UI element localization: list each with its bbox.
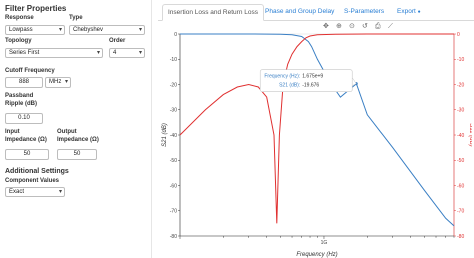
input-impedance-input[interactable]: 50 [5,149,49,160]
ripple-label-line2: Ripple (dB) [5,101,37,107]
y-tick-label-left: -50 [170,158,177,164]
chevron-down-icon: ▾ [138,50,142,56]
y-tick-label-left: -20 [170,82,177,88]
output-impedance-label-line1: Output [57,129,77,135]
cutoff-unit-select[interactable]: MHz ▾ [45,77,71,88]
wheel-zoom-icon[interactable]: ⊙ [349,23,355,31]
order-value: 4 [113,50,117,56]
y-axis-label-right: S11 (dB) [468,123,472,146]
y-tick-label-right: -30 [457,108,464,114]
response-select[interactable]: Lowpass ▾ [5,25,65,35]
y-tick-label-left: -30 [170,108,177,114]
export-label: Export [397,8,416,15]
y-tick-label-left: -70 [170,209,177,215]
component-values-value: Exact [9,189,25,195]
type-label: Type [69,15,83,21]
tooltip-label-frequency: Frequency (Hz): [264,74,300,80]
order-label: Order [109,38,126,44]
tooltip-value-s21: -19.676 [302,83,319,89]
tooltip-value-frequency: 1.675e+9 [302,74,323,80]
y-tick-label-left: -10 [170,57,177,63]
y-tick-label-left: -40 [170,133,177,139]
y-tick-label-left: 0 [174,32,177,38]
y-axis-label-left: S21 (dB) [162,123,168,147]
component-values-select[interactable]: Exact ▾ [5,187,65,197]
y-tick-label-right: -70 [457,209,464,215]
y-tick-label-right: -20 [457,82,464,88]
cutoff-label: Cutoff Frequency [5,68,55,74]
reset-icon[interactable]: ↺ [362,23,368,31]
y-tick-label-right: -40 [457,133,464,139]
y-tick-label-right: -80 [457,234,464,240]
component-values-label: Component Values [5,178,60,184]
y-tick-label-right: -50 [457,158,464,164]
chart-area: 0 0 -10 -10 -20 -20 -30 -30 -40 -40 -50 -50 -60 -60 -7… [160,22,472,258]
response-label: Response [5,15,34,21]
save-icon[interactable]: ⎙ [375,23,381,31]
tab-insertion-return-loss[interactable]: Insertion Loss and Return Loss [162,4,264,21]
topology-value: Series First [9,50,40,56]
chevron-down-icon: ▾ [96,50,100,56]
chevron-down-icon: ▾ [138,27,142,33]
y-tick-label-right: -10 [457,57,464,63]
x-tick-label: 1G [321,240,328,246]
y-tick-label-left: -60 [170,183,177,189]
cutoff-input[interactable]: 888 [5,77,43,88]
cutoff-unit-value: MHz [49,79,62,85]
export-dot-icon: ● [417,9,421,15]
hover-icon[interactable]: ⟋ [388,23,393,31]
tooltip-label-s21: S21 (dB): [279,83,300,89]
type-value: Chebyshev [73,27,104,33]
y-tick-label-right: -60 [457,183,464,189]
input-impedance-label-line1: Input [5,129,20,135]
topology-select[interactable]: Series First ▾ [5,48,103,58]
chevron-down-icon: ▾ [58,189,62,195]
additional-settings-title: Additional Settings [5,168,69,175]
tab-export[interactable]: Export ● [397,4,421,21]
input-impedance-label-line2: Impedance (Ω) [5,137,47,143]
plot-frame [179,33,455,237]
order-select[interactable]: 4 ▾ [109,48,145,58]
ripple-input[interactable]: 0.10 [5,113,43,124]
ripple-label-line1: Passband [5,93,34,99]
x-axis-label: Frequency (Hz) [296,252,337,258]
zoom-icon[interactable]: ⊕ [336,23,342,31]
tab-phase-group-delay[interactable]: Phase and Group Delay [265,4,334,21]
y-tick-label-right: 0 [457,32,460,38]
filter-properties-panel: Filter Properties Response Type Lowpass … [0,0,152,258]
chevron-down-icon: ▾ [58,27,62,33]
output-impedance-label-line2: Impedance (Ω) [57,137,99,143]
insertion-return-loss-chart[interactable]: 0 0 -10 -10 -20 -20 -30 -30 -40 -40 -50 -50 -60 -60 -7… [160,22,472,258]
topology-label: Topology [5,38,32,44]
output-impedance-input[interactable]: 50 [57,149,97,160]
pan-icon[interactable]: ✥ [323,23,329,31]
chevron-down-icon: ▾ [64,79,68,85]
response-value: Lowpass [9,27,33,33]
tab-bar: Insertion Loss and Return Loss Phase and… [158,4,474,21]
panel-title: Filter Properties [5,4,67,13]
y-tick-label-left: -80 [170,234,177,240]
tab-s-parameters[interactable]: S-Parameters [344,4,384,21]
type-select[interactable]: Chebyshev ▾ [69,25,145,35]
